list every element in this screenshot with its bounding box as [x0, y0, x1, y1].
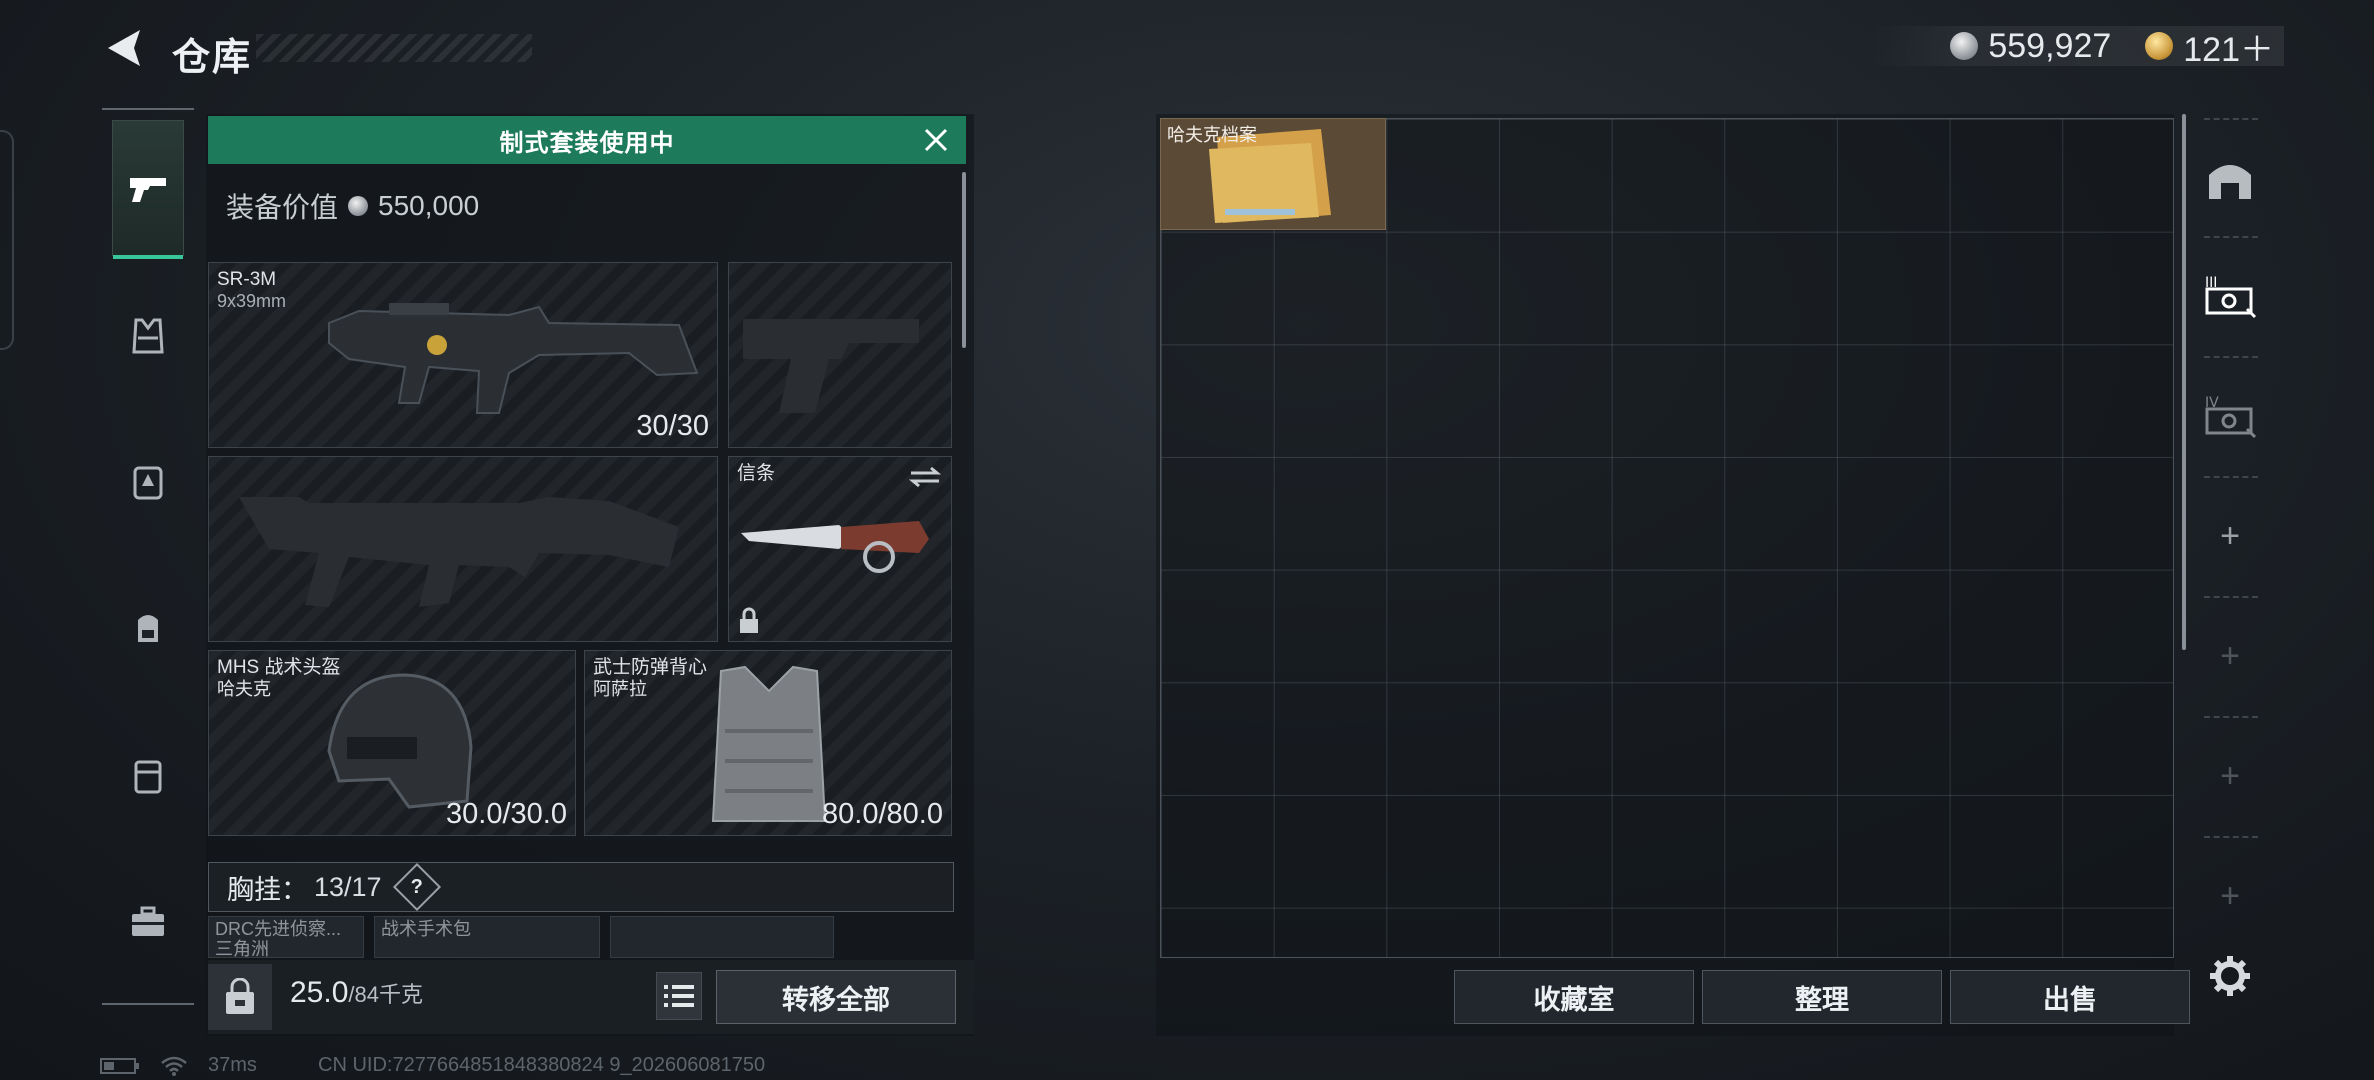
- rail-divider: [2204, 476, 2258, 478]
- status-footer: 37ms: [100, 1054, 257, 1077]
- gear-icon: [2210, 956, 2250, 996]
- chest-item-name: DRC先进侦察...: [215, 919, 341, 939]
- rail-divider: [2204, 118, 2258, 120]
- helmet-durability: 30.0/30.0: [446, 798, 567, 830]
- rail-home-shelf[interactable]: [2190, 128, 2270, 228]
- plus-icon: +: [2220, 876, 2240, 915]
- sort-button[interactable]: 整理: [1702, 970, 1942, 1024]
- storage-page-4-icon: IV: [2205, 395, 2257, 439]
- plus-icon: +: [2220, 636, 2240, 675]
- kit-banner: 制式套装使用中: [208, 116, 966, 164]
- rifle-silhouette-icon: [239, 497, 679, 607]
- equipment-value-amount: 550,000: [378, 190, 480, 221]
- list-icon: [664, 985, 694, 1007]
- equipment-value: 装备价值 550,000: [226, 186, 479, 226]
- carry-weight-capacity: /84千克: [348, 982, 423, 1007]
- wifi-icon: [161, 1056, 187, 1076]
- second-primary-slot[interactable]: [208, 456, 718, 642]
- gold-balance[interactable]: 121＋: [2183, 22, 2274, 71]
- page-title: 仓库: [172, 37, 253, 79]
- chest-rig-icon: [133, 466, 163, 500]
- collection-room-button[interactable]: 收藏室: [1454, 970, 1694, 1024]
- battery-icon: [100, 1057, 139, 1074]
- gold-coin-icon: [2145, 32, 2174, 60]
- briefcase-icon: [132, 906, 164, 936]
- secondary-weapon-slot[interactable]: [728, 262, 952, 448]
- help-icon[interactable]: ?: [392, 862, 441, 912]
- pistol-silhouette-icon: [743, 319, 919, 413]
- nav-backpack[interactable]: [112, 592, 184, 664]
- rail-divider: [2204, 356, 2258, 358]
- loadout-scrollbar[interactable]: [962, 172, 966, 348]
- home-shelf-icon: [2209, 165, 2251, 199]
- kit-banner-text: 制式套装使用中: [499, 129, 675, 157]
- back-arrow-icon: [108, 30, 140, 66]
- rail-divider: [2204, 836, 2258, 838]
- rail-add-page-locked: +: [2190, 606, 2270, 706]
- ping: 37ms: [208, 1054, 257, 1076]
- silver-balance: 559,927: [1988, 26, 2112, 65]
- rail-storage-page-4[interactable]: IV: [2190, 366, 2270, 466]
- rail-divider: [2204, 236, 2258, 238]
- primary-weapon-slot[interactable]: SR-3M 9x39mm 30/30: [208, 262, 718, 448]
- nav-divider-bottom: [102, 1003, 194, 1005]
- silver-coin-icon: [1950, 32, 1979, 60]
- chest-item-empty[interactable]: [610, 916, 834, 958]
- chest-item-sub: 三角洲: [215, 939, 269, 958]
- back-button[interactable]: [100, 24, 148, 72]
- backpack-icon: [138, 615, 158, 642]
- helmet-slot[interactable]: MHS 战术头盔 哈夫克 30.0/30.0: [208, 650, 576, 836]
- chest-rig-capacity: 13/17: [314, 871, 382, 902]
- storage-item-name: 哈夫克档案: [1167, 125, 1257, 145]
- nav-divider-top: [102, 108, 194, 110]
- storage-grid[interactable]: [1160, 118, 2174, 958]
- melee-slot[interactable]: 信条: [728, 456, 952, 642]
- weight-lock-button[interactable]: [208, 964, 272, 1030]
- nav-chest-rig[interactable]: [112, 446, 184, 518]
- chest-rig-row[interactable]: 胸挂： 13/17 ?: [208, 862, 954, 912]
- lock-icon: [740, 607, 758, 633]
- armor-vest-icon: [132, 318, 164, 354]
- side-drawer-handle[interactable]: [0, 130, 14, 350]
- rail-add-page[interactable]: +: [2190, 486, 2270, 586]
- carry-weight-value: 25.0: [290, 976, 349, 1009]
- pistol-icon: [130, 178, 166, 202]
- chest-item-name: 战术手术包: [381, 919, 471, 939]
- currency-bar: 559,927 121＋: [1870, 26, 2284, 69]
- rail-divider: [2204, 716, 2258, 718]
- plus-icon: +: [2220, 756, 2240, 795]
- storage-page-3-icon: III: [2205, 275, 2257, 319]
- weapon-ammo: 30/30: [636, 410, 709, 442]
- chest-rig-label: 胸挂：: [227, 874, 308, 905]
- sell-button[interactable]: 出售: [1950, 970, 2190, 1024]
- rail-add-page-locked: +: [2190, 726, 2270, 826]
- chest-item-2[interactable]: 战术手术包: [374, 916, 600, 958]
- title-decoration: [256, 34, 532, 62]
- rail-divider: [2204, 596, 2258, 598]
- armor-durability: 80.0/80.0: [822, 798, 943, 830]
- rail-storage-page-3[interactable]: III: [2190, 246, 2270, 346]
- knife-image: [741, 521, 929, 573]
- container-icon: [134, 760, 162, 794]
- settings-button[interactable]: [2190, 926, 2270, 1026]
- weight-lock-icon: [226, 978, 254, 1014]
- nav-weapons[interactable]: [112, 120, 184, 259]
- chest-item-1[interactable]: DRC先进侦察... 三角洲: [208, 916, 364, 958]
- user-uid: CN UID:7277664851848380824 9_20260608175…: [318, 1054, 766, 1076]
- transfer-all-button[interactable]: 转移全部: [716, 970, 956, 1024]
- nav-armor[interactable]: [112, 300, 184, 372]
- storage-scrollbar[interactable]: [2182, 114, 2186, 650]
- list-view-button[interactable]: [656, 972, 702, 1020]
- carry-weight: 25.0/84千克: [290, 976, 423, 1010]
- silver-coin-icon: [348, 196, 369, 216]
- nav-container[interactable]: [112, 740, 184, 812]
- armor-slot[interactable]: 武士防弹背心 阿萨拉 80.0/80.0: [584, 650, 952, 836]
- nav-briefcase[interactable]: [112, 886, 184, 958]
- storage-item[interactable]: 哈夫克档案: [1160, 118, 1386, 230]
- close-icon[interactable]: [920, 124, 952, 156]
- equipment-value-label: 装备价值: [226, 192, 339, 223]
- plus-icon: +: [2220, 516, 2240, 555]
